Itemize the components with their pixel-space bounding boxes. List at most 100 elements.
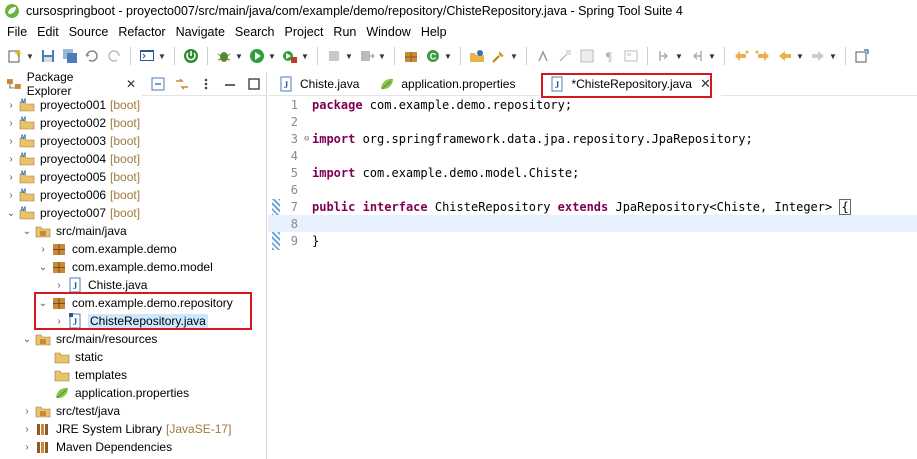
tree-item-proyecto001[interactable]: › M proyecto001 [boot]: [0, 96, 266, 114]
debug-icon[interactable]: [216, 48, 232, 64]
forward-icon[interactable]: [810, 48, 826, 64]
back-dropdown-icon[interactable]: ▼: [796, 52, 804, 61]
undo-icon[interactable]: [84, 48, 100, 64]
chevron-right-icon[interactable]: ›: [22, 424, 32, 435]
chevron-right-icon[interactable]: ›: [6, 172, 16, 183]
tree-item-static[interactable]: static: [0, 348, 266, 366]
chevron-down-icon[interactable]: ⌄: [38, 262, 48, 273]
chevron-down-icon[interactable]: ⌄: [6, 208, 16, 219]
close-icon[interactable]: ✕: [126, 77, 136, 91]
new-package-icon[interactable]: [403, 48, 419, 64]
redo-icon[interactable]: [106, 48, 122, 64]
tree-item-package-demo[interactable]: › com.example.demo: [0, 240, 266, 258]
tree-item-chiste-java[interactable]: › J Chiste.java: [0, 276, 266, 294]
chevron-right-icon[interactable]: ›: [54, 316, 64, 327]
tree-item-proyecto007[interactable]: ⌄ M proyecto007 [boot]: [0, 204, 266, 222]
chevron-right-icon[interactable]: ›: [6, 118, 16, 129]
menu-navigate[interactable]: Navigate: [171, 22, 230, 42]
tree-item-src-main-resources[interactable]: ⌄ src/main/resources: [0, 330, 266, 348]
deploy-icon[interactable]: [359, 48, 375, 64]
fold-collapse-icon[interactable]: ⊖: [304, 134, 309, 144]
tree-item-proyecto004[interactable]: › M proyecto004 [boot]: [0, 150, 266, 168]
save-icon[interactable]: [40, 48, 56, 64]
save-all-icon[interactable]: [62, 48, 78, 64]
tree-item-templates[interactable]: templates: [0, 366, 266, 384]
chevron-right-icon[interactable]: ›: [6, 190, 16, 201]
tree-item-application-properties[interactable]: application.properties: [0, 384, 266, 402]
pin-editor-icon[interactable]: [755, 48, 771, 64]
chevron-down-icon[interactable]: ⌄: [22, 226, 32, 237]
tree-item-package-repository[interactable]: ⌄ com.example.demo.repository: [0, 294, 266, 312]
tree-item-proyecto005[interactable]: › M proyecto005 [boot]: [0, 168, 266, 186]
tree-item-chisterepository-java[interactable]: › J ChisteRepository.java: [0, 312, 266, 330]
terminal-icon[interactable]: [139, 48, 155, 64]
menu-search[interactable]: Search: [230, 22, 280, 42]
tree-item-proyecto006[interactable]: › M proyecto006 [boot]: [0, 186, 266, 204]
spring-boot-icon[interactable]: [183, 48, 199, 64]
tab-package-explorer[interactable]: Package Explorer ✕: [0, 70, 142, 98]
prev-annotation-icon[interactable]: [689, 48, 705, 64]
new-class-dropdown-icon[interactable]: ▼: [444, 52, 452, 61]
external-tools-icon[interactable]: [282, 48, 298, 64]
chevron-right-icon[interactable]: ›: [22, 406, 32, 417]
tab-application-properties[interactable]: application.properties: [369, 72, 525, 96]
chevron-right-icon[interactable]: ›: [6, 154, 16, 165]
new-class-icon[interactable]: C: [425, 48, 441, 64]
forward-dropdown-icon[interactable]: ▼: [829, 52, 837, 61]
external-tools-dropdown-icon[interactable]: ▼: [301, 52, 309, 61]
tree-item-src-test-java[interactable]: › src/test/java: [0, 402, 266, 420]
tree-item-src-main-java[interactable]: ⌄ src/main/java: [0, 222, 266, 240]
open-type-icon[interactable]: [469, 48, 485, 64]
menu-project[interactable]: Project: [280, 22, 329, 42]
run-dropdown-icon[interactable]: ▼: [268, 52, 276, 61]
deploy-dropdown-icon[interactable]: ▼: [378, 52, 386, 61]
stop-dropdown-icon[interactable]: ▼: [345, 52, 353, 61]
close-icon[interactable]: ✕: [700, 76, 711, 92]
menu-help[interactable]: Help: [416, 22, 452, 42]
tree-item-jre-system-library[interactable]: › JRE System Library [JavaSE-17]: [0, 420, 266, 438]
open-perspective-icon[interactable]: [854, 48, 870, 64]
debug-dropdown-icon[interactable]: ▼: [235, 52, 243, 61]
tree-item-package-model[interactable]: ⌄ com.example.demo.model: [0, 258, 266, 276]
menu-run[interactable]: Run: [328, 22, 361, 42]
tab-chisterepository-java[interactable]: J *ChisteRepository.java ✕: [539, 71, 721, 96]
toggle-block-selection-icon[interactable]: [557, 48, 573, 64]
toggle-breadcrumb-icon[interactable]: [623, 48, 639, 64]
chevron-right-icon[interactable]: ›: [54, 280, 64, 291]
chevron-down-icon[interactable]: ⌄: [22, 334, 32, 345]
new-icon[interactable]: [7, 48, 23, 64]
chevron-right-icon[interactable]: ›: [38, 244, 48, 255]
search-icon[interactable]: [491, 48, 507, 64]
tab-chiste-java[interactable]: J Chiste.java: [268, 72, 369, 96]
chevron-right-icon[interactable]: ›: [22, 442, 32, 453]
toggle-mark-occurrences-icon[interactable]: [535, 48, 551, 64]
terminal-dropdown-icon[interactable]: ▼: [158, 52, 166, 61]
next-annotation-dropdown-icon[interactable]: ▼: [675, 52, 683, 61]
view-menu-icon[interactable]: [198, 76, 214, 92]
menu-source[interactable]: Source: [64, 22, 114, 42]
stop-icon[interactable]: [326, 48, 342, 64]
collapse-all-icon[interactable]: [150, 76, 166, 92]
chevron-down-icon[interactable]: ⌄: [38, 298, 48, 309]
tree-item-proyecto003[interactable]: › M proyecto003 [boot]: [0, 132, 266, 150]
show-whitespace-icon[interactable]: ¶: [601, 48, 617, 64]
prev-annotation-dropdown-icon[interactable]: ▼: [708, 52, 716, 61]
last-edit-location-icon[interactable]: [733, 48, 749, 64]
link-with-editor-icon[interactable]: [174, 76, 190, 92]
new-dropdown-icon[interactable]: ▼: [26, 52, 34, 61]
menu-window[interactable]: Window: [361, 22, 415, 42]
menu-file[interactable]: File: [2, 22, 32, 42]
chevron-right-icon[interactable]: ›: [6, 100, 16, 111]
word-wrap-icon[interactable]: [579, 48, 595, 64]
menu-edit[interactable]: Edit: [32, 22, 64, 42]
tree-item-proyecto002[interactable]: › M proyecto002 [boot]: [0, 114, 266, 132]
minimize-icon[interactable]: [222, 76, 238, 92]
next-annotation-icon[interactable]: [656, 48, 672, 64]
tree-item-maven-dependencies[interactable]: › Maven Dependencies: [0, 438, 266, 456]
maximize-icon[interactable]: [246, 76, 262, 92]
back-icon[interactable]: [777, 48, 793, 64]
chevron-right-icon[interactable]: ›: [6, 136, 16, 147]
menu-refactor[interactable]: Refactor: [113, 22, 170, 42]
run-icon[interactable]: [249, 48, 265, 64]
code-editor[interactable]: 1 package com.example.demo.repository; 2…: [268, 96, 917, 459]
